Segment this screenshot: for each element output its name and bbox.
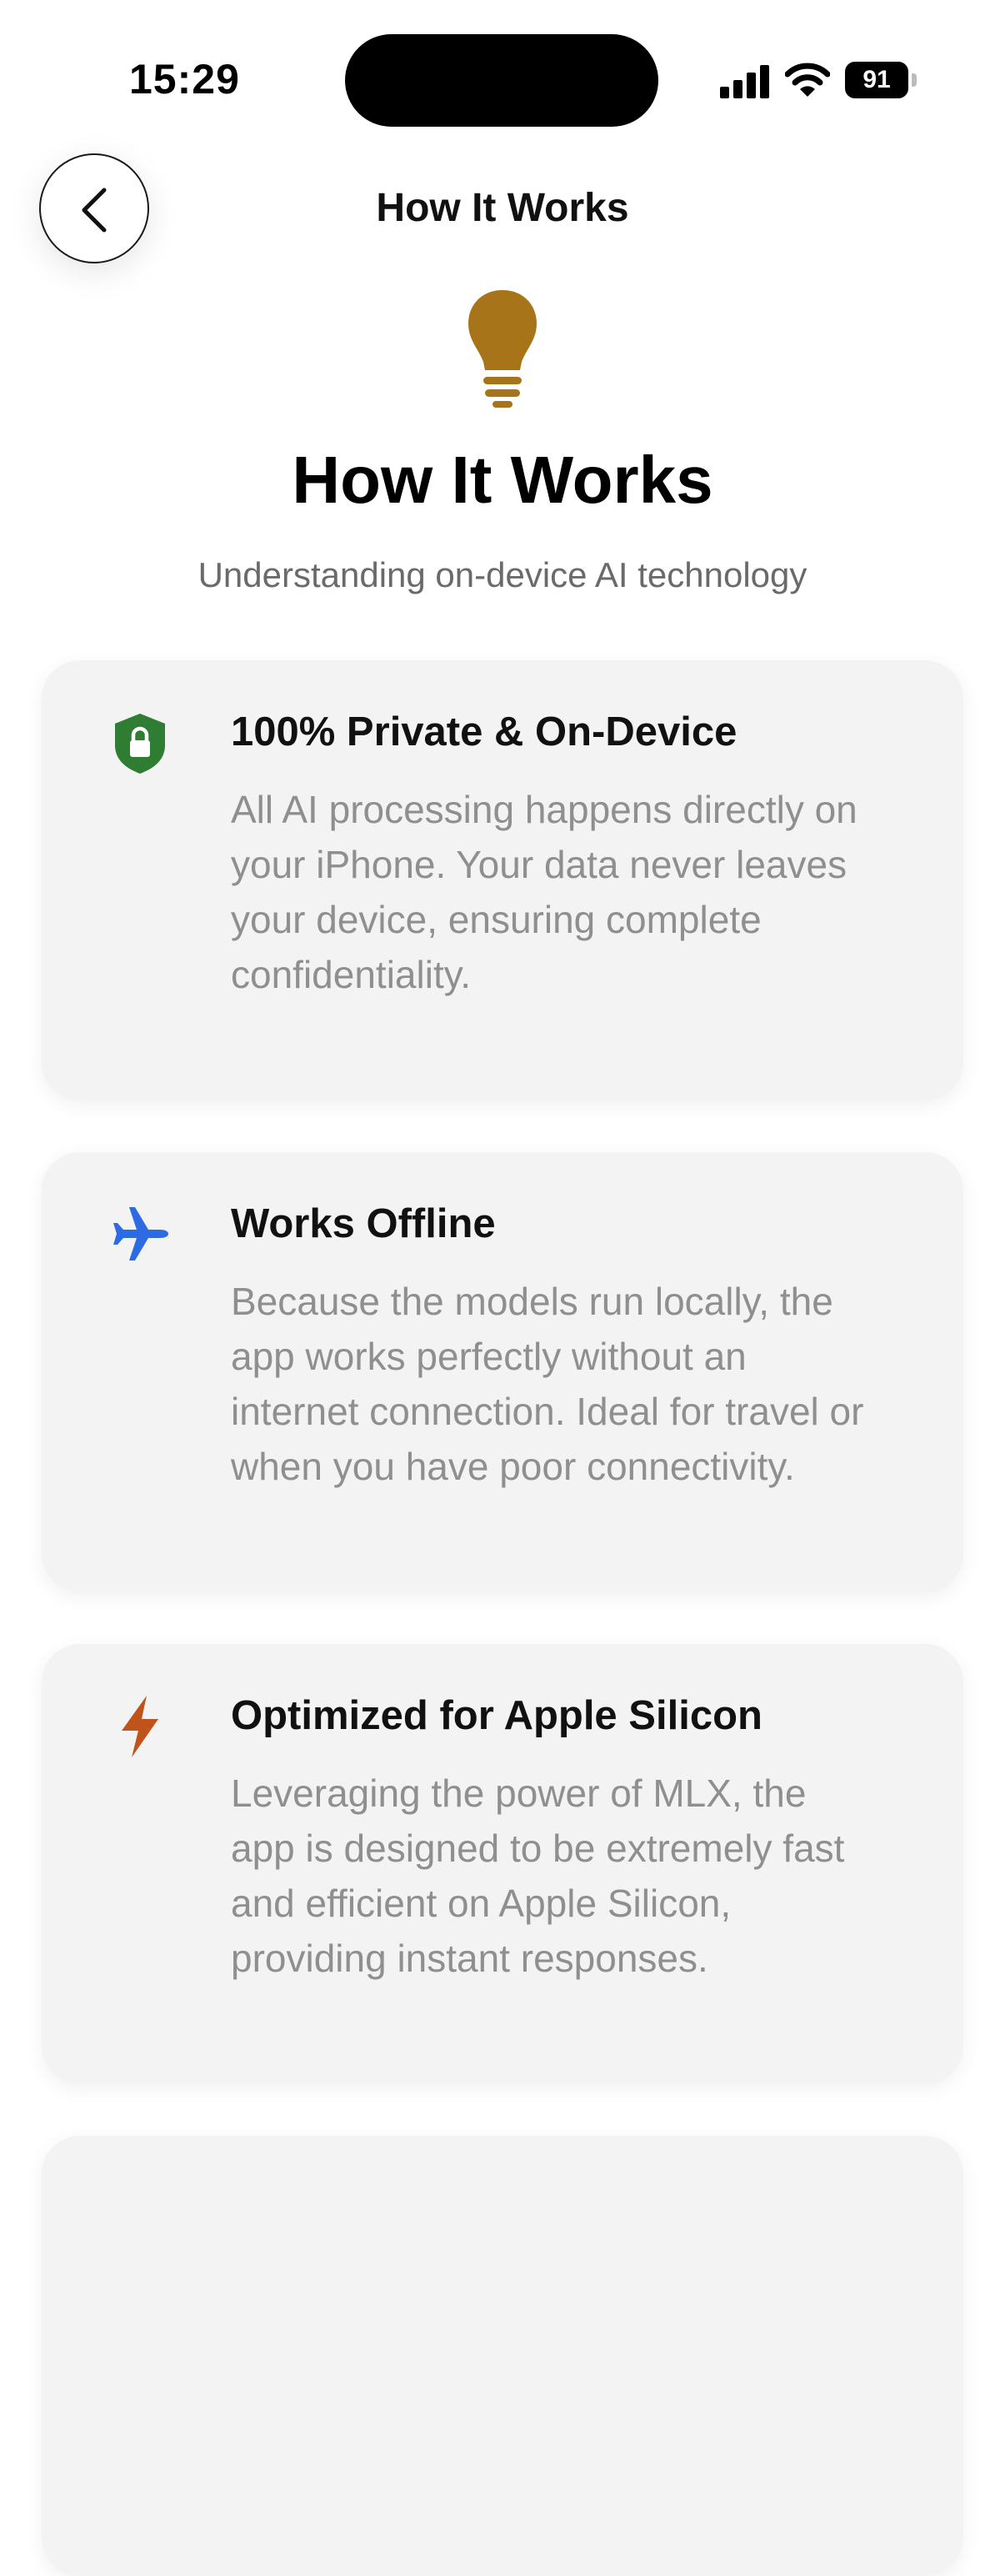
wifi-icon — [785, 63, 830, 97]
lightbulb-icon — [468, 290, 537, 408]
card-title: Optimized for Apple Silicon — [231, 1693, 762, 1738]
hero-subtitle: Understanding on-device AI technology — [198, 555, 808, 594]
feature-card-apple-silicon: Optimized for Apple Silicon Leveraging t… — [42, 1644, 963, 2084]
feature-card-offline: Works Offline Because the models run loc… — [42, 1152, 963, 1592]
card-body: Because the models run locally, the app … — [231, 1280, 864, 1488]
status-time: 15:29 — [129, 56, 240, 103]
nav-title: How It Works — [376, 186, 629, 230]
battery-icon: 91 — [845, 62, 917, 98]
bolt-icon — [122, 1696, 158, 1757]
feature-card-partial — [42, 2136, 963, 2576]
card-body: All AI processing happens directly on yo… — [231, 788, 858, 996]
cellular-signal-icon — [720, 65, 769, 98]
status-bar: 15:29 91 — [0, 0, 1005, 150]
airplane-icon — [113, 1207, 168, 1260]
lock-shield-icon — [115, 714, 165, 774]
battery-level: 91 — [862, 66, 891, 93]
feature-card-private: 100% Private & On-Device All AI processi… — [42, 660, 963, 1100]
hero-title: How It Works — [292, 443, 713, 517]
card-title: 100% Private & On-Device — [231, 709, 738, 754]
card-title: Works Offline — [231, 1201, 496, 1246]
card-body: Leveraging the power of MLX, the app is … — [231, 1772, 845, 1980]
dynamic-island — [345, 34, 658, 127]
